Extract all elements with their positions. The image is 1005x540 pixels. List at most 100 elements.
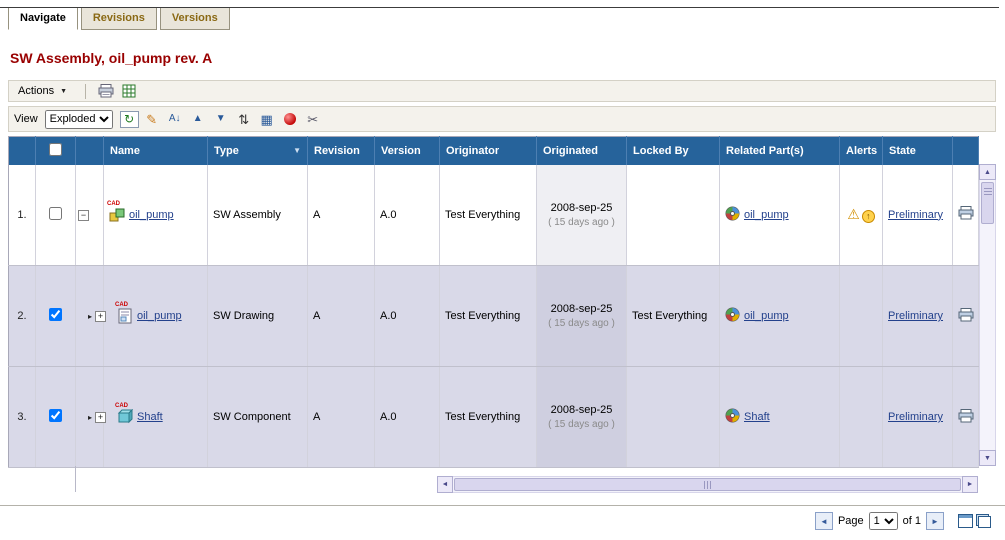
header-originator[interactable]: Originator — [440, 137, 537, 165]
vertical-scroll-thumb[interactable] — [981, 182, 994, 224]
alerts-cell — [840, 367, 883, 468]
scroll-right-button[interactable]: ► — [962, 476, 978, 493]
tab-navigate[interactable]: Navigate — [8, 8, 78, 30]
header-name[interactable]: Name — [104, 137, 208, 165]
warning-icon[interactable]: ⚠ — [847, 206, 860, 222]
header-select-all — [36, 137, 76, 165]
name-link[interactable]: oil_pump — [137, 310, 182, 322]
row-checkbox-cell — [36, 266, 76, 367]
red-sphere-icon — [284, 113, 296, 125]
originated-date: 2008-sep-25 — [537, 404, 626, 416]
related-part-link[interactable]: oil_pump — [744, 209, 789, 221]
vertical-scroll-track[interactable] — [979, 180, 996, 450]
print-row-icon[interactable] — [958, 313, 974, 325]
name-link[interactable]: Shaft — [137, 411, 163, 423]
header-type[interactable]: Type ▼ — [208, 137, 308, 165]
originated-date: 2008-sep-25 — [537, 303, 626, 315]
select-all-checkbox[interactable] — [49, 143, 62, 156]
print-cell — [953, 266, 979, 367]
header-type-label: Type — [214, 145, 239, 157]
header-originated[interactable]: Originated — [537, 137, 627, 165]
header-alerts[interactable]: Alerts — [840, 137, 883, 165]
revision-cell: A — [308, 367, 375, 468]
tab-revisions[interactable]: Revisions — [81, 8, 157, 30]
pagination: ◄ Page 1 of 1 ► — [815, 512, 991, 530]
header-print — [953, 137, 979, 165]
page: Navigate Revisions Versions SW Assembly,… — [0, 0, 1005, 540]
alert-up-icon[interactable]: ↑ — [862, 210, 875, 223]
reference-arrow-icon: ▸ — [88, 413, 92, 422]
state-cell: Preliminary — [883, 266, 953, 367]
state-link[interactable]: Preliminary — [888, 411, 943, 423]
sort-desc-icon: ▼ — [293, 146, 301, 155]
prev-page-button[interactable]: ◄ — [815, 512, 833, 530]
print-icon[interactable] — [96, 82, 116, 100]
header-state[interactable]: State — [883, 137, 953, 165]
originated-ago: ( 15 days ago ) — [537, 217, 626, 228]
refresh-icon[interactable]: ↻ — [120, 111, 139, 128]
print-row-icon[interactable] — [958, 211, 974, 223]
horizontal-scroll-thumb[interactable] — [454, 478, 961, 491]
scroll-left-button[interactable]: ◄ — [437, 476, 453, 493]
name-link[interactable]: oil_pump — [129, 209, 174, 221]
state-cell: Preliminary — [883, 367, 953, 468]
expand-toggle-icon[interactable]: + — [95, 412, 106, 423]
edit-icon[interactable]: ✎ — [142, 110, 162, 128]
reorder-icon[interactable]: ⇅ — [234, 110, 254, 128]
expand-cell: − — [76, 165, 104, 266]
type-cell: SW Component — [208, 367, 308, 468]
expand-cell: ▸ + — [76, 266, 104, 367]
filter-asc-icon[interactable]: ▲ — [188, 110, 208, 128]
name-cell: CAD oil_pump — [104, 266, 208, 367]
expand-toggle-icon[interactable]: + — [95, 311, 106, 322]
view-select[interactable]: Exploded — [45, 110, 113, 129]
originated-ago: ( 15 days ago ) — [537, 419, 626, 430]
view-3d-icon[interactable] — [280, 110, 300, 128]
page-select[interactable]: 1 — [869, 512, 898, 530]
structure-icon[interactable]: ▦ — [257, 110, 277, 128]
state-link[interactable]: Preliminary — [888, 310, 943, 322]
related-part-link[interactable]: Shaft — [744, 411, 770, 423]
row-checkbox[interactable] — [49, 207, 62, 220]
customize-icon[interactable]: ✂ — [303, 110, 323, 128]
cascade-windows-icon[interactable] — [976, 514, 991, 528]
related-part-link[interactable]: oil_pump — [744, 310, 789, 322]
header-revision[interactable]: Revision — [308, 137, 375, 165]
export-icon[interactable] — [119, 82, 139, 100]
horizontal-scroll-track[interactable] — [453, 476, 962, 493]
cad-badge: CAD — [115, 403, 128, 409]
actions-menu-button[interactable]: Actions ▼ — [14, 83, 75, 99]
state-link[interactable]: Preliminary — [888, 209, 943, 221]
version-cell: A.0 — [375, 165, 440, 266]
sw-drawing-icon: CAD — [117, 308, 133, 324]
header-locked-by[interactable]: Locked By — [627, 137, 720, 165]
row-checkbox[interactable] — [49, 308, 62, 321]
scroll-up-button[interactable]: ▲ — [979, 164, 996, 180]
header-version[interactable]: Version — [375, 137, 440, 165]
page-label: Page — [838, 515, 864, 527]
print-row-icon[interactable] — [958, 414, 974, 426]
part-icon — [725, 408, 740, 426]
row-number: 2. — [9, 266, 36, 367]
tab-versions[interactable]: Versions — [160, 8, 230, 30]
header-related-parts[interactable]: Related Part(s) — [720, 137, 840, 165]
single-window-icon[interactable] — [958, 514, 973, 528]
name-cell: CAD Shaft — [104, 367, 208, 468]
next-page-button[interactable]: ► — [926, 512, 944, 530]
vertical-scrollbar[interactable]: ▲ ▼ — [979, 164, 996, 466]
toolbar-separator — [85, 84, 86, 99]
actions-label: Actions — [18, 85, 54, 97]
collapse-toggle-icon[interactable]: − — [78, 210, 89, 221]
print-cell — [953, 367, 979, 468]
table-row: 2. ▸ + — [9, 266, 979, 367]
locked-by-cell — [627, 367, 720, 468]
sort-az-icon[interactable]: A↓ — [165, 110, 185, 128]
structure-table: Name Type ▼ Revision Version Originator … — [8, 136, 979, 468]
row-checkbox[interactable] — [49, 409, 62, 422]
filter-desc-icon[interactable]: ▼ — [211, 110, 231, 128]
scroll-down-button[interactable]: ▼ — [979, 450, 996, 466]
horizontal-scrollbar[interactable]: ◄ ► — [437, 476, 978, 493]
alerts-cell: ⚠↑ — [840, 165, 883, 266]
type-cell: SW Assembly — [208, 165, 308, 266]
view-toolbar: View Exploded ↻ ✎ A↓ ▲ ▼ ⇅ ▦ ✂ — [8, 106, 996, 132]
